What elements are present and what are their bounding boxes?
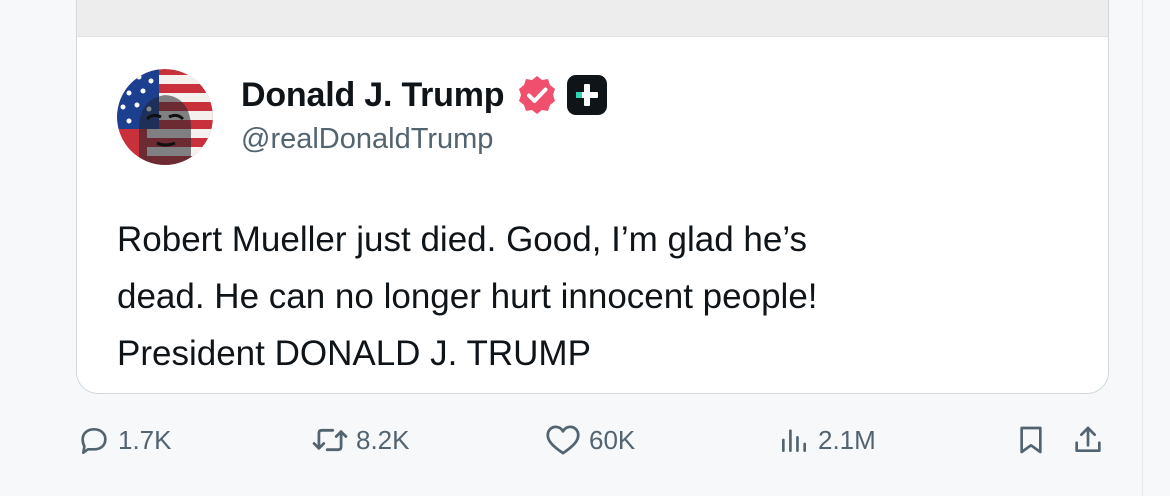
bookmark-button[interactable] [1016,420,1046,460]
like-button[interactable]: 60K [545,420,635,460]
avatar[interactable] [117,69,213,165]
view-count: 2.1M [818,424,876,455]
repost-button[interactable]: 8.2K [312,420,410,460]
post-text-line: Robert Mueller just died. Good, I’m glad… [117,220,807,259]
post-text-line: President DONALD J. TRUMP [117,334,591,373]
post-body: Robert Mueller just died. Good, I’m glad… [117,211,1077,382]
post-text-line: dead. He can no longer hurt innocent peo… [117,277,818,316]
reply-icon [81,428,107,454]
author-handle[interactable]: @realDonaldTrump [241,123,493,156]
verified-badge-icon [519,76,556,114]
author-display-name[interactable]: Donald J. Trump [241,76,505,115]
share-icon [1075,426,1101,452]
share-button[interactable] [1072,420,1104,460]
plus-badge-icon [567,75,608,115]
repost-count: 8.2K [356,424,410,455]
reply-count: 1.7K [118,424,172,455]
quoted-media-preview [77,0,1108,37]
views-button[interactable]: 2.1M [778,420,876,460]
heart-icon [546,425,580,455]
column-divider [1142,0,1143,496]
repost-icon [312,428,348,452]
author-name-row: Donald J. Trump [241,73,608,117]
quoted-post-card[interactable]: Donald J. Trump @realDonaldTrump Robert … [76,0,1109,394]
like-count: 60K [589,424,636,455]
reply-button[interactable]: 1.7K [78,420,172,460]
bookmark-icon [1020,426,1042,454]
analytics-icon [782,429,806,452]
